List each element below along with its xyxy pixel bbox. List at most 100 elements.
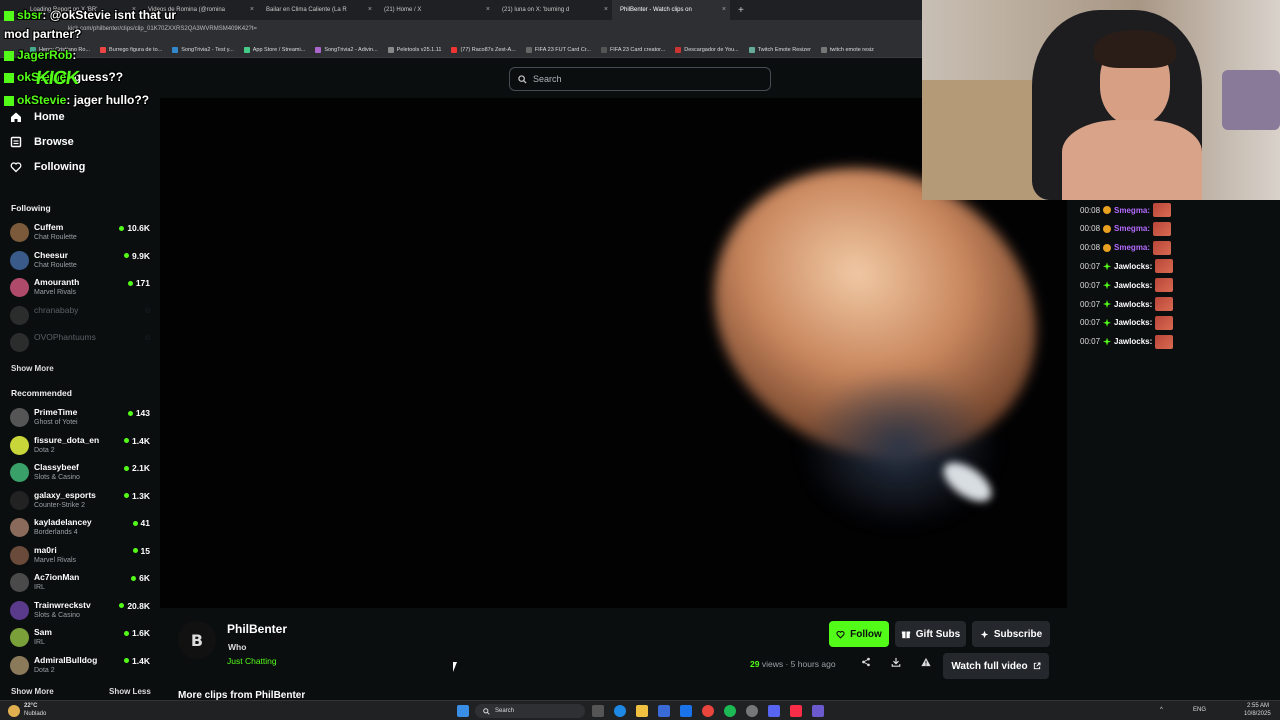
bookmark-item[interactable]: (77) Raco87s Zest-A... [451, 46, 516, 53]
close-icon[interactable]: × [604, 6, 608, 13]
show-more-recommended[interactable]: Show More [11, 687, 54, 696]
settings-icon[interactable] [746, 705, 758, 717]
bookmark-item[interactable]: twitch emote resiz [820, 46, 874, 53]
mail-icon[interactable] [680, 705, 692, 717]
spotify-icon[interactable] [724, 705, 736, 717]
bookmark-icon [387, 46, 394, 53]
close-icon[interactable]: × [368, 6, 372, 13]
language-indicator[interactable]: ENG [1193, 707, 1206, 713]
chrome-icon[interactable] [702, 705, 714, 717]
chat-username[interactable]: Jawlocks: [1114, 262, 1152, 271]
chat-panel [1067, 200, 1280, 702]
bookmark-label: Twitch Emote Resizer [757, 46, 811, 53]
task-view-icon[interactable] [592, 705, 604, 717]
show-less-button[interactable]: Show Less [109, 687, 151, 696]
viewer-count-value: 1.4K [132, 435, 150, 446]
sidebar-channel[interactable]: Amouranth Marvel Rivals 171 [10, 276, 150, 302]
download-icon[interactable] [891, 657, 901, 670]
windows-start-icon[interactable] [457, 705, 469, 717]
nav-browse[interactable]: Browse [10, 136, 74, 148]
coin-badge-icon [1103, 243, 1112, 252]
bookmark-item[interactable]: App Store / Streami... [243, 46, 305, 53]
viewer-count: 1.4K [124, 436, 150, 446]
channel-category: Counter-Strike 2 [34, 501, 85, 509]
tab-label: PhilBenter - Watch clips on [620, 7, 692, 13]
search-input[interactable]: Search [509, 67, 771, 91]
channel-name[interactable]: PhilBenter [227, 622, 287, 636]
channel-category: IRL [34, 584, 45, 591]
chat-username[interactable]: Smegma: [1114, 224, 1150, 233]
chat-username[interactable]: Smegma: [1114, 206, 1150, 215]
chat-timestamp: 00:08 [1080, 224, 1101, 234]
tray-chevron-icon[interactable]: ^ [1160, 707, 1163, 713]
live-dot-icon [132, 548, 138, 553]
clip-category[interactable]: Just Chatting [227, 656, 277, 666]
browser-tab[interactable]: (21) Home / X × [376, 0, 494, 20]
show-more-following[interactable]: Show More [11, 364, 54, 373]
chat-username[interactable]: Jawlocks: [1114, 281, 1152, 290]
chat-username[interactable]: Jawlocks: [1114, 318, 1152, 327]
bookmark-item[interactable]: SongTrivia2 - Adivin... [315, 46, 378, 53]
channel-name: Trainwreckstv [34, 599, 91, 610]
sidebar-channel[interactable]: OVOPhantuums ◌ [10, 331, 150, 357]
new-tab-button[interactable]: + [738, 5, 744, 16]
subscribe-button[interactable]: Subscribe [972, 621, 1050, 647]
report-icon[interactable] [921, 657, 931, 670]
weather-icon[interactable] [8, 705, 20, 717]
screen: { "browser": { "tabs": [ {"label": "Load… [0, 0, 1280, 720]
bookmark-item[interactable]: FIFA 23 Card creator... [600, 46, 665, 53]
chat-username[interactable]: Jawlocks: [1114, 300, 1152, 309]
taskbar-search[interactable]: Search [475, 704, 585, 718]
watch-full-video-button[interactable]: Watch full video [943, 653, 1049, 679]
search-placeholder: Search [533, 74, 562, 84]
gift-subs-button[interactable]: Gift Subs [895, 621, 966, 647]
channel-avatar[interactable]: B [178, 621, 216, 659]
close-icon[interactable]: × [486, 6, 490, 13]
sidebar-channel[interactable]: Ac7ionMan IRL 6K [10, 571, 150, 597]
bookmark-icon [675, 46, 682, 53]
file-explorer-icon[interactable] [636, 705, 648, 717]
browser-tab[interactable]: PhilBenter - Watch clips on × [612, 0, 730, 20]
music-icon[interactable] [790, 705, 802, 717]
share-icon[interactable] [861, 657, 871, 670]
chat-username[interactable]: Jawlocks: [1114, 337, 1152, 346]
sidebar-channel[interactable]: fissure_dota_en Dota 2 1.4K [10, 434, 150, 460]
store-icon[interactable] [658, 705, 670, 717]
bookmark-item[interactable]: SongTrivia2 - Test y... [172, 46, 234, 53]
browser-tab[interactable]: (21) luna on X: 'burning d × [494, 0, 612, 20]
sidebar-channel[interactable]: Cuffem Chat Roulette 10.6K [10, 221, 150, 247]
sidebar-channel[interactable]: kayladelancey Borderlands 4 41 [10, 516, 150, 542]
sidebar-channel[interactable]: Classybeef Slots & Casino 2.1K [10, 461, 150, 487]
sidebar-channel[interactable]: PrimeTime Ghost of Yotei 143 [10, 406, 150, 432]
follow-button-label: Follow [850, 628, 882, 640]
nav-home[interactable]: Home [10, 111, 65, 123]
sidebar-channel[interactable]: galaxy_esports Counter-Strike 2 1.3K [10, 489, 150, 515]
close-icon[interactable]: × [722, 6, 726, 13]
bookmark-item[interactable]: Peletools v25.1.11 [387, 46, 441, 53]
channel-name: Cheesur [34, 249, 69, 260]
bookmark-item[interactable]: Twitch Emote Resizer [748, 46, 811, 53]
sidebar-channel[interactable]: Trainwreckstv Slots & Casino 20.8K [10, 599, 150, 625]
bookmark-item[interactable]: Descargador de You... [675, 46, 739, 53]
edge-icon[interactable] [614, 705, 626, 717]
bookmark-item[interactable]: FIFA 23 FUT Card Cr... [525, 46, 591, 53]
kick-badge-icon [4, 50, 14, 61]
browser-tab[interactable]: Bailar en Clima Caliente (La R × [258, 0, 376, 20]
channel-avatar [10, 545, 29, 565]
sidebar-channel[interactable]: chranababy ◌ [10, 304, 150, 330]
chat-message: 00:07 Jawlocks: [1080, 334, 1174, 349]
app-icon[interactable] [812, 705, 824, 717]
sidebar-channel[interactable]: ma0ri Marvel Rivals 15 [10, 544, 150, 570]
follow-button[interactable]: Follow [829, 621, 889, 647]
sidebar-channel[interactable]: Cheesur Chat Roulette 9.9K [10, 249, 150, 275]
discord-icon[interactable] [768, 705, 780, 717]
bookmark-label: SongTrivia2 - Test y... [181, 46, 234, 53]
clock-time[interactable]: 2:55 AM [1247, 703, 1269, 709]
chat-username[interactable]: Smegma: [1114, 243, 1150, 252]
clock-date[interactable]: 10/8/2025 [1244, 711, 1271, 717]
sidebar-channel[interactable]: AdmiralBulldog Dota 2 1.4K [10, 654, 150, 680]
close-icon[interactable]: × [250, 6, 254, 13]
nav-following[interactable]: Following [10, 161, 85, 173]
bookmark-item[interactable]: Burrego figura de to... [100, 46, 162, 53]
sidebar-channel[interactable]: Sam IRL 1.6K [10, 626, 150, 652]
